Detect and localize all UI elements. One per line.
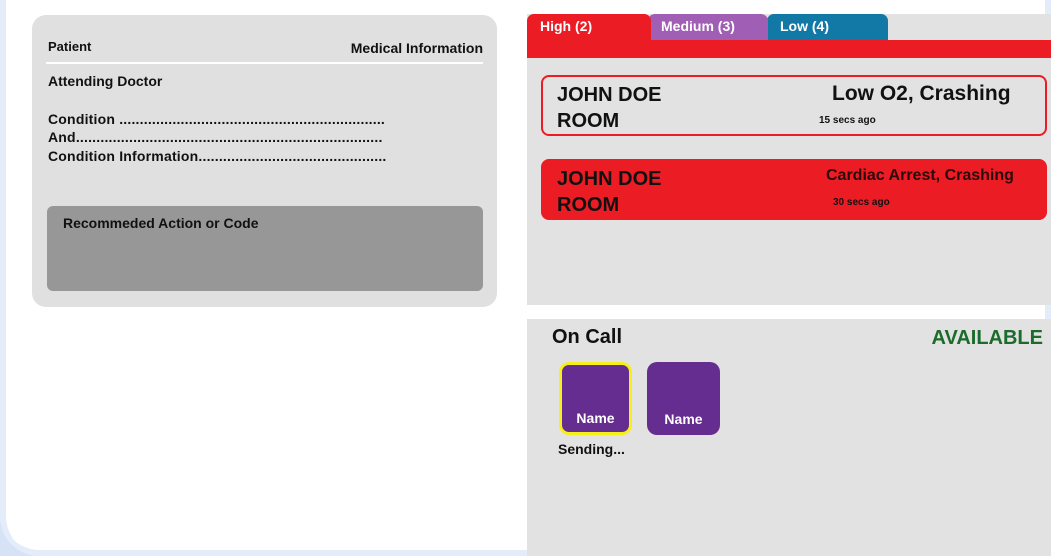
staff-name: Name: [664, 411, 703, 427]
recommended-action-label: Recommeded Action or Code: [63, 215, 259, 231]
attending-doctor-label: Attending Doctor: [48, 73, 163, 89]
app-frame: Patient Medical Information Attending Do…: [0, 0, 1051, 556]
patient-name: JOHN DOE: [557, 168, 662, 190]
alert-time: 30 secs ago: [833, 197, 890, 208]
patient-room: ROOM: [557, 110, 620, 132]
tab-low[interactable]: Low (4): [767, 14, 888, 40]
alert-condition: Low O2, Crashing: [832, 82, 1011, 105]
alerts-panel: Low (4) Medium (3) High (2) JOHN DOE ROO…: [527, 14, 1051, 305]
condition-line: And.....................................…: [48, 129, 383, 145]
availability-status: AVAILABLE: [931, 327, 1043, 349]
sending-status: Sending...: [558, 441, 625, 457]
patient-label: Patient: [48, 39, 92, 54]
condition-line: Condition ..............................…: [48, 111, 386, 127]
on-call-panel: On Call AVAILABLE Name Name Sending...: [527, 319, 1051, 556]
medical-information-label: Medical Information: [350, 40, 483, 56]
patient-name: JOHN DOE: [557, 84, 662, 106]
divider: [46, 62, 483, 64]
recommended-action-box[interactable]: Recommeded Action or Code: [47, 206, 483, 291]
staff-name: Name: [576, 410, 615, 426]
alert-time: 15 secs ago: [819, 115, 876, 126]
alert-card[interactable]: JOHN DOE ROOM Cardiac Arrest, Crashing 3…: [541, 159, 1047, 220]
tab-medium[interactable]: Medium (3): [648, 14, 768, 40]
patient-card: Patient Medical Information Attending Do…: [32, 15, 497, 307]
alert-condition: Cardiac Arrest, Crashing: [826, 167, 1014, 184]
condition-line: Condition Information...................…: [48, 148, 387, 164]
active-tab-bar: [527, 40, 1051, 58]
patient-room: ROOM: [557, 194, 620, 216]
staff-card-selected[interactable]: Name: [559, 362, 632, 435]
tab-high[interactable]: High (2): [527, 14, 651, 40]
on-call-title: On Call: [552, 326, 623, 348]
priority-tabs: Low (4) Medium (3) High (2): [527, 14, 1051, 40]
alert-card[interactable]: JOHN DOE ROOM Low O2, Crashing 15 secs a…: [541, 75, 1047, 136]
staff-card[interactable]: Name: [647, 362, 720, 435]
